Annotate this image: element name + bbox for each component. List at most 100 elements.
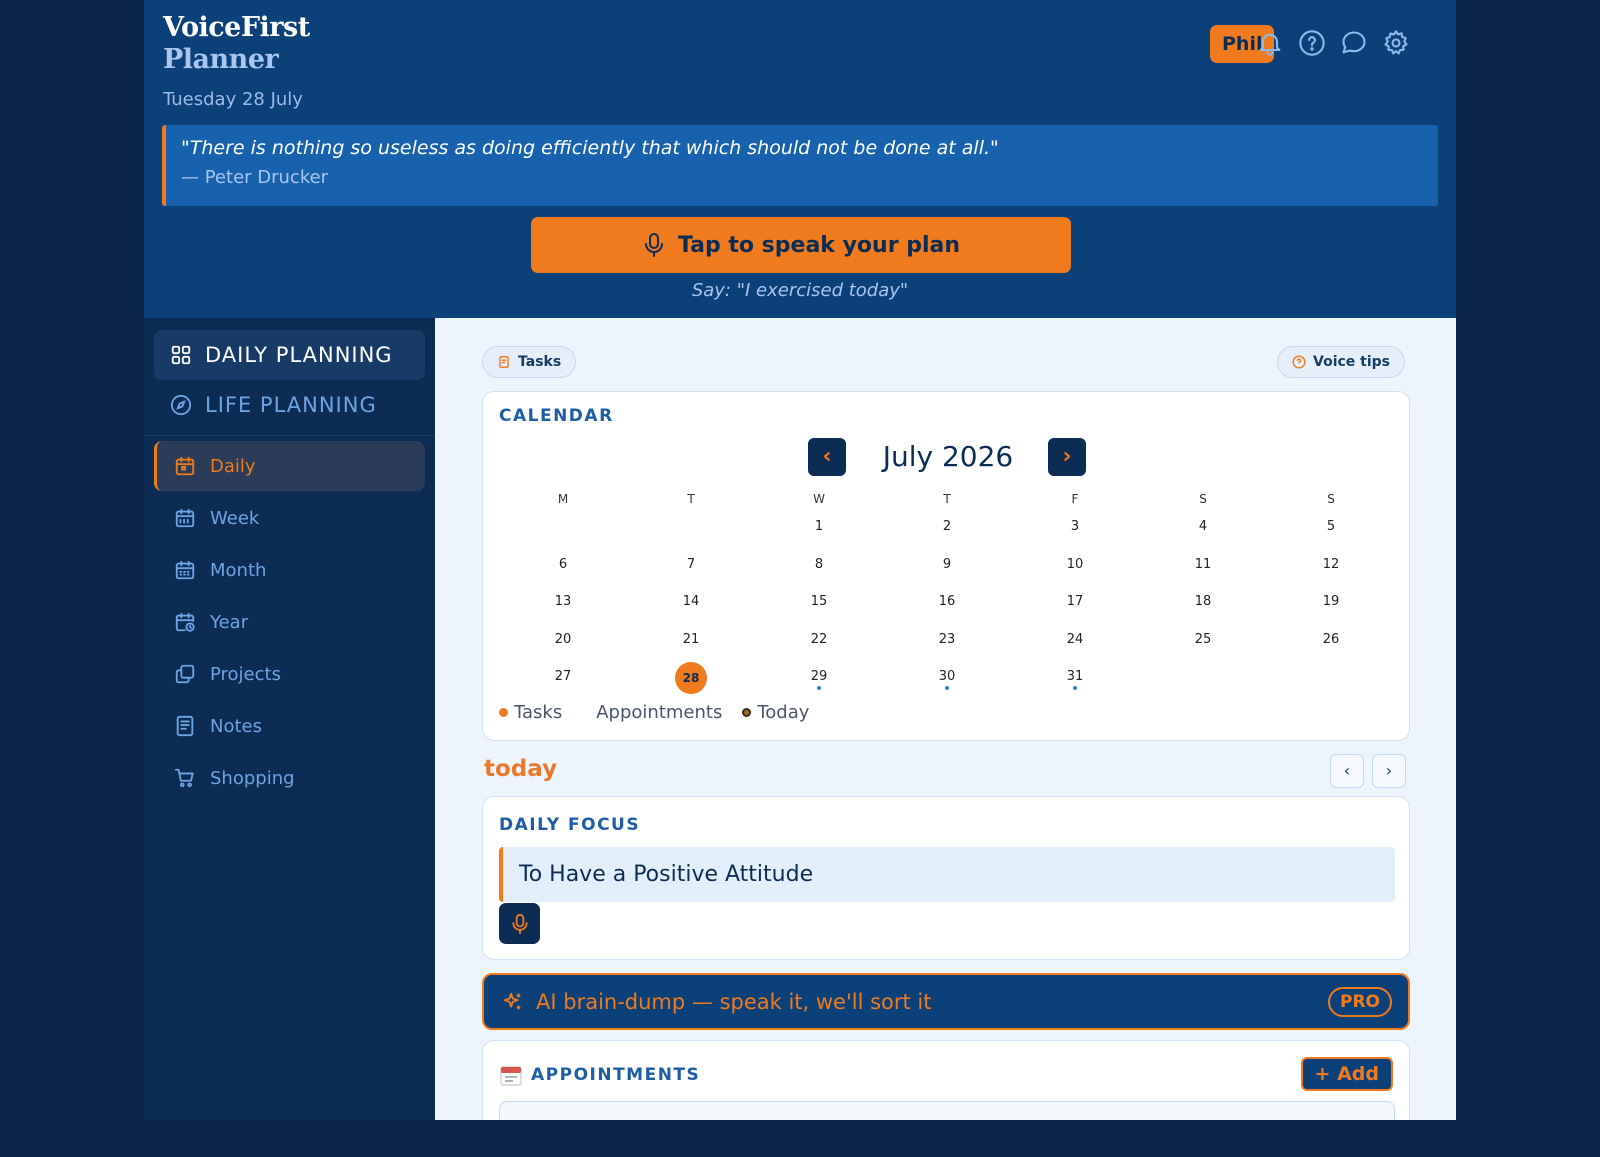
calendar-day[interactable]: 30 bbox=[883, 662, 1011, 692]
calendar-day[interactable]: 14 bbox=[627, 587, 755, 617]
calendar-day[interactable]: 13 bbox=[499, 587, 627, 617]
help-icon[interactable] bbox=[1298, 29, 1326, 57]
notes-icon bbox=[176, 715, 194, 737]
calendar-day[interactable]: 18 bbox=[1139, 587, 1267, 617]
calendar-day[interactable]: 11 bbox=[1139, 550, 1267, 580]
calendar-day[interactable]: 4 bbox=[1139, 512, 1267, 542]
calendar-day[interactable]: 3 bbox=[1011, 512, 1139, 542]
calendar-day[interactable]: 5 bbox=[1267, 512, 1395, 542]
calendar-empty-cell bbox=[1267, 662, 1395, 692]
calendar-week-icon bbox=[175, 508, 195, 528]
tasks-pill[interactable]: Tasks bbox=[482, 346, 577, 378]
calendar-day-number: 30 bbox=[938, 669, 956, 684]
calendar-day[interactable]: 25 bbox=[1139, 625, 1267, 655]
calendar-day[interactable]: 19 bbox=[1267, 587, 1395, 617]
calendar-week-row: 20 21 22 23 24 25 26 bbox=[499, 625, 1395, 655]
add-appointment-button[interactable]: + Add bbox=[1300, 1057, 1393, 1091]
next-month-button[interactable]: › bbox=[1048, 438, 1086, 476]
calendar-emoji-icon bbox=[499, 1063, 523, 1087]
calendar-day[interactable]: 12 bbox=[1267, 550, 1395, 580]
sidebar-item-projects[interactable]: Projects bbox=[154, 649, 425, 699]
sidebar-item-notes[interactable]: Notes bbox=[154, 701, 425, 751]
calendar-day[interactable]: 27 bbox=[499, 662, 627, 692]
calendar-week-row: 6 7 8 9 10 11 12 bbox=[499, 550, 1395, 580]
calendar-day[interactable]: 7 bbox=[627, 550, 755, 580]
calendar-day[interactable]: 29 bbox=[755, 662, 883, 692]
calendar-empty-cell bbox=[627, 512, 755, 542]
voice-tips-pill[interactable]: Voice tips bbox=[1277, 346, 1405, 378]
mode-life-planning[interactable]: LIFE PLANNING bbox=[154, 380, 425, 430]
prev-month-button[interactable]: ‹ bbox=[808, 438, 846, 476]
calendar-day[interactable]: 24 bbox=[1011, 625, 1139, 655]
calendar-day[interactable]: 2 bbox=[883, 512, 1011, 542]
weekday-label: T bbox=[687, 492, 695, 506]
tasks-icon bbox=[499, 356, 509, 368]
calendar-day[interactable]: 8 bbox=[755, 550, 883, 580]
appointment-dot bbox=[945, 686, 949, 690]
cart-icon bbox=[174, 768, 194, 788]
quote-banner: "There is nothing so useless as doing ef… bbox=[162, 125, 1438, 206]
next-day-button[interactable]: › bbox=[1372, 754, 1406, 788]
calendar-day[interactable]: 26 bbox=[1267, 625, 1395, 655]
help-icon bbox=[1292, 355, 1306, 369]
grid-icon bbox=[171, 345, 191, 365]
sidebar-item-daily[interactable]: Daily bbox=[154, 441, 425, 491]
calendar-day[interactable]: 15 bbox=[755, 587, 883, 617]
calendar-day[interactable]: 23 bbox=[883, 625, 1011, 655]
calendar-day[interactable]: 20 bbox=[499, 625, 627, 655]
calendar-day-number: 18 bbox=[1194, 594, 1212, 609]
calendar-empty-cell bbox=[499, 512, 627, 542]
chat-icon[interactable] bbox=[1340, 29, 1368, 57]
ai-brain-dump-button[interactable]: AI brain-dump — speak it, we'll sort it … bbox=[482, 973, 1410, 1030]
sidebar-item-year[interactable]: Year bbox=[154, 597, 425, 647]
calendar-day-number: 15 bbox=[810, 594, 828, 609]
calendar-day[interactable]: 9 bbox=[883, 550, 1011, 580]
settings-icon[interactable] bbox=[1382, 29, 1410, 57]
calendar-day[interactable]: 31 bbox=[1011, 662, 1139, 692]
weekday-label: S bbox=[1327, 492, 1335, 506]
sidebar-item-shopping[interactable]: Shopping bbox=[154, 753, 425, 803]
daily-focus-text[interactable]: To Have a Positive Attitude bbox=[499, 847, 1395, 902]
weekday-label: S bbox=[1199, 492, 1207, 506]
mode-label: LIFE PLANNING bbox=[205, 393, 377, 417]
calendar-day[interactable]: 16 bbox=[883, 587, 1011, 617]
today-heading: today bbox=[484, 756, 558, 782]
calendar-title: CALENDAR bbox=[499, 406, 614, 426]
calendar-day-number: 9 bbox=[942, 556, 952, 572]
sidebar-item-label: Shopping bbox=[210, 767, 295, 789]
speak-plan-label: Tap to speak your plan bbox=[677, 232, 961, 258]
calendar-day-number: 25 bbox=[1194, 631, 1212, 647]
projects-icon bbox=[175, 664, 195, 684]
calendar-day-number: 16 bbox=[938, 594, 956, 609]
calendar-day[interactable]: 17 bbox=[1011, 587, 1139, 617]
prev-day-button[interactable]: ‹ bbox=[1330, 754, 1364, 788]
calendar-day[interactable]: 28 bbox=[627, 662, 755, 694]
quote-author: — Peter Drucker bbox=[181, 167, 329, 188]
legend-today: Today bbox=[757, 702, 810, 723]
sidebar-item-week[interactable]: Week bbox=[154, 493, 425, 543]
bell-icon[interactable] bbox=[1256, 29, 1284, 57]
calendar-day-number: 10 bbox=[1066, 556, 1084, 572]
calendar-day-number: 6 bbox=[558, 556, 568, 572]
appointment-dot bbox=[1073, 686, 1077, 690]
mode-daily-planning[interactable]: DAILY PLANNING bbox=[154, 330, 425, 380]
calendar-day-number: 5 bbox=[1326, 519, 1336, 534]
calendar-day-number: 26 bbox=[1322, 631, 1340, 647]
pro-badge: PRO bbox=[1327, 987, 1392, 1017]
microphone-icon bbox=[644, 233, 663, 257]
speak-plan-button[interactable]: Tap to speak your plan bbox=[531, 217, 1071, 273]
calendar-day[interactable]: 1 bbox=[755, 512, 883, 542]
sidebar-item-month[interactable]: Month bbox=[154, 545, 425, 595]
calendar-day[interactable]: 21 bbox=[627, 625, 755, 655]
calendar-day[interactable]: 6 bbox=[499, 550, 627, 580]
calendar-day[interactable]: 10 bbox=[1011, 550, 1139, 580]
calendar-day-number: 29 bbox=[810, 669, 828, 684]
calendar-day-number: 12 bbox=[1322, 556, 1340, 572]
sparkle-icon bbox=[503, 992, 521, 1009]
calendar-day[interactable]: 22 bbox=[755, 625, 883, 655]
ai-brain-dump-label: AI brain-dump — speak it, we'll sort it bbox=[536, 989, 932, 1014]
sidebar-item-label: Month bbox=[210, 559, 267, 581]
calendar-day-number: 7 bbox=[686, 556, 696, 572]
appointment-input-row[interactable] bbox=[499, 1101, 1395, 1120]
focus-mic-button[interactable] bbox=[499, 903, 540, 944]
